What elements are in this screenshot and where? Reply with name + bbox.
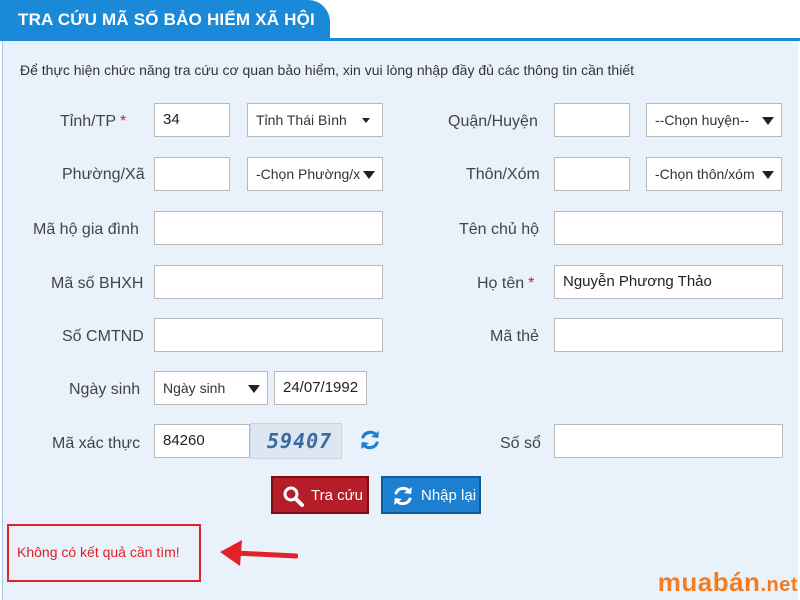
chevron-down-icon [762, 171, 774, 179]
household-code-label: Mã hộ gia đình [33, 221, 139, 238]
book-number-label: Số sổ [500, 435, 541, 452]
pointer-arrow-icon [220, 540, 298, 566]
page-title-tab: TRA CỨU MÃ SỐ BẢO HIỂM XÃ HỘI [0, 0, 330, 38]
no-result-message: Không có kết quả cần tìm! [7, 524, 201, 582]
district-code-input[interactable] [554, 103, 630, 137]
birth-date-label: Ngày sinh [69, 381, 141, 398]
hamlet-select-value: -Chọn thôn/xóm [655, 166, 755, 182]
captcha-label: Mã xác thực [52, 435, 141, 452]
required-mark: * [528, 275, 535, 292]
social-insurance-number-label: Mã số BHXH [51, 275, 144, 292]
captcha-input[interactable]: 84260 [154, 424, 250, 458]
id-card-input[interactable] [154, 318, 383, 352]
refresh-captcha-icon[interactable] [358, 428, 382, 452]
full-name-label: Họ tên * [477, 275, 535, 292]
district-label: Quận/Huyện [448, 113, 538, 130]
search-icon [283, 486, 304, 507]
captcha-image: 59407 [250, 423, 342, 459]
card-code-input[interactable] [554, 318, 783, 352]
hamlet-label: Thôn/Xóm [466, 166, 540, 183]
household-head-input[interactable] [554, 211, 783, 245]
hamlet-code-input[interactable] [554, 157, 630, 191]
book-number-input[interactable] [554, 424, 783, 458]
search-button[interactable]: Tra cứu [271, 476, 369, 514]
chevron-down-icon [762, 117, 774, 125]
chevron-down-icon [248, 385, 260, 393]
card-code-label: Mã thẻ [490, 328, 539, 345]
chevron-down-icon [362, 118, 370, 123]
district-select[interactable]: --Chọn huyện-- [646, 103, 782, 137]
ward-label: Phường/Xã [62, 166, 145, 183]
province-select-value: Tỉnh Thái Bình [256, 112, 347, 128]
ward-select[interactable]: -Chọn Phường/x [247, 157, 383, 191]
ward-select-value: -Chọn Phường/x [256, 166, 361, 182]
id-card-label: Số CMTND [62, 328, 144, 345]
province-label: Tỉnh/TP * [60, 113, 127, 130]
reset-button[interactable]: Nhập lại [381, 476, 481, 514]
hamlet-select[interactable]: -Chọn thôn/xóm [646, 157, 782, 191]
province-code-input[interactable]: 34 [154, 103, 230, 137]
social-insurance-number-input[interactable] [154, 265, 383, 299]
reset-button-label: Nhập lại [421, 487, 477, 504]
province-select[interactable]: Tỉnh Thái Bình [247, 103, 383, 137]
birth-date-input[interactable]: 24/07/1992 [274, 371, 367, 405]
refresh-icon [394, 486, 412, 506]
district-select-value: --Chọn huyện-- [655, 112, 750, 128]
full-name-input[interactable]: Nguyễn Phương Thảo [554, 265, 783, 299]
instruction-text: Để thực hiện chức năng tra cứu cơ quan b… [20, 62, 635, 78]
header-bar: TRA CỨU MÃ SỐ BẢO HIỂM XÃ HỘI [0, 0, 800, 41]
watermark-logo: muabán.net [657, 567, 798, 597]
chevron-down-icon [363, 171, 375, 179]
ward-code-input[interactable] [154, 157, 230, 191]
birth-date-type-value: Ngày sinh [163, 380, 226, 396]
household-code-input[interactable] [154, 211, 383, 245]
search-button-label: Tra cứu [311, 487, 363, 504]
birth-date-type-select[interactable]: Ngày sinh [154, 371, 268, 405]
household-head-label: Tên chủ hộ [459, 221, 540, 238]
required-mark: * [120, 113, 127, 130]
